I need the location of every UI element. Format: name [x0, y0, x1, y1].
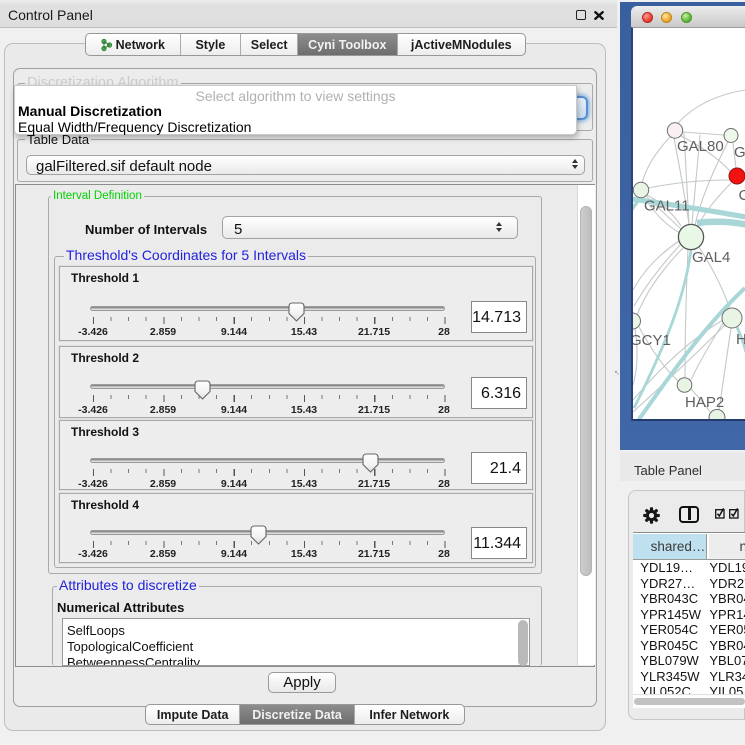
svg-text:HAP2: HAP2 — [685, 394, 724, 411]
svg-text:H: H — [736, 331, 745, 348]
svg-text:GAL4: GAL4 — [692, 249, 730, 266]
svg-text:GA: GA — [734, 144, 745, 161]
svg-text:GAL11: GAL11 — [644, 198, 690, 215]
svg-text:CR: CR — [739, 187, 745, 204]
svg-text:GAL80: GAL80 — [677, 138, 724, 155]
svg-text:GCY1: GCY1 — [633, 332, 671, 349]
